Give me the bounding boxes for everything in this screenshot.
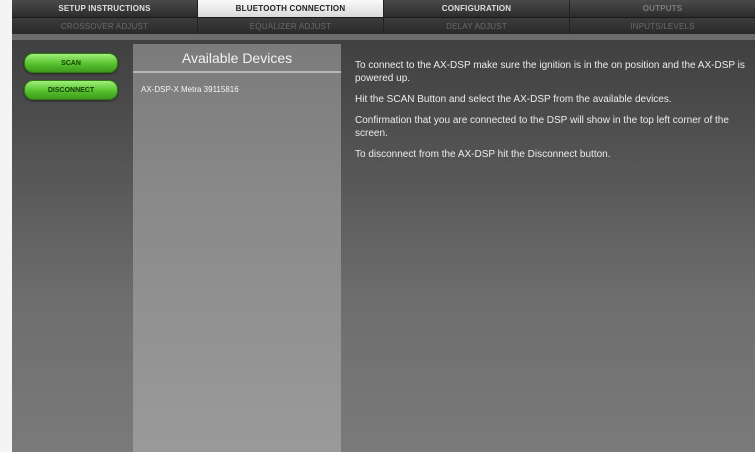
- instruction-paragraph: To disconnect from the AX-DSP hit the Di…: [355, 149, 611, 160]
- instruction-paragraph: Confirmation that you are connected to t…: [355, 115, 729, 139]
- device-list-item[interactable]: AX-DSP-X Metra 39115816: [133, 73, 341, 94]
- tab-configuration[interactable]: CONFIGURATION: [384, 0, 570, 17]
- instruction-paragraph: To connect to the AX-DSP make sure the i…: [355, 60, 745, 84]
- available-devices-panel: Available Devices AX-DSP-X Metra 3911581…: [133, 44, 341, 452]
- tab-inputs-levels[interactable]: INPUTS/LEVELS: [570, 18, 755, 34]
- tab-outputs[interactable]: OUTPUTS: [570, 0, 755, 17]
- tab-setup-instructions[interactable]: SETUP INSTRUCTIONS: [12, 0, 198, 17]
- tab-equalizer-adjust[interactable]: EQUALIZER ADJUST: [198, 18, 384, 34]
- instructions-text: To connect to the AX-DSP make sure the i…: [355, 59, 745, 169]
- available-devices-title: Available Devices: [133, 44, 341, 73]
- disconnect-button[interactable]: DISCONNECT: [24, 80, 118, 100]
- instruction-paragraph: Hit the SCAN Button and select the AX-DS…: [355, 94, 672, 105]
- tab-divider: [12, 34, 755, 40]
- sub-tab-bar: CROSSOVER ADJUST EQUALIZER ADJUST DELAY …: [12, 17, 755, 34]
- app-window: SETUP INSTRUCTIONS BLUETOOTH CONNECTION …: [12, 0, 755, 452]
- scan-button[interactable]: SCAN: [24, 53, 118, 73]
- main-tab-bar: SETUP INSTRUCTIONS BLUETOOTH CONNECTION …: [12, 0, 755, 17]
- tab-bluetooth-connection[interactable]: BLUETOOTH CONNECTION: [198, 0, 384, 17]
- tab-crossover-adjust[interactable]: CROSSOVER ADJUST: [12, 18, 198, 34]
- tab-delay-adjust[interactable]: DELAY ADJUST: [384, 18, 570, 34]
